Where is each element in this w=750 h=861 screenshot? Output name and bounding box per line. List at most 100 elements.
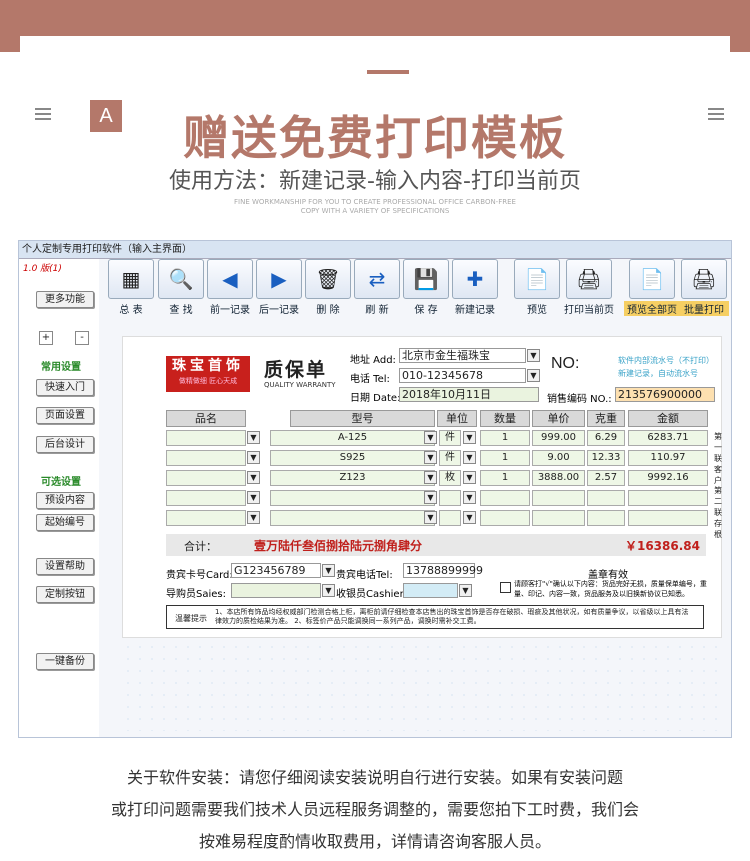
col-amount: 金额 (628, 410, 708, 427)
cell-weight[interactable]: 12.33 (587, 450, 625, 466)
cell-name[interactable] (166, 430, 246, 446)
chevron-down-icon[interactable]: ▼ (247, 471, 260, 484)
chevron-down-icon[interactable]: ▼ (424, 451, 437, 464)
chevron-down-icon[interactable]: ▼ (322, 564, 335, 577)
cell-qty[interactable] (480, 510, 530, 526)
cell-amount[interactable]: 6283.71 (628, 430, 708, 446)
trash-icon: 🗑 (305, 259, 351, 299)
chevron-down-icon[interactable]: ▼ (247, 491, 260, 504)
chevron-down-icon[interactable]: ▼ (463, 511, 476, 524)
chevron-down-icon[interactable]: ▼ (463, 431, 476, 444)
cell-unit[interactable] (439, 490, 461, 506)
vip-phone-label: 贵宾电话Tel: (336, 570, 393, 581)
form-title: 质保单 (264, 359, 328, 381)
chevron-down-icon[interactable]: ▼ (322, 584, 335, 597)
chevron-down-icon[interactable]: ▼ (463, 451, 476, 464)
next-record-button[interactable]: ▶ 后一记录 (253, 259, 305, 316)
refresh-button[interactable]: ⇄ 刷 新 (351, 259, 403, 316)
new-record-button[interactable]: ✚ 新建记录 (449, 259, 501, 316)
chevron-down-icon[interactable]: ▼ (463, 471, 476, 484)
cell-name[interactable] (166, 470, 246, 486)
cell-amount[interactable]: 9992.16 (628, 470, 708, 486)
cell-qty[interactable]: 1 (480, 430, 530, 446)
chevron-down-icon[interactable]: ▼ (247, 431, 260, 444)
cell-model[interactable]: S925 (270, 450, 435, 466)
chevron-down-icon[interactable]: ▼ (424, 431, 437, 444)
quick-start-button[interactable]: 快速入门 (36, 379, 94, 396)
card-field[interactable]: G123456789 (231, 563, 321, 578)
address-field[interactable]: 北京市金生福珠宝 (399, 348, 526, 363)
sale-no-field[interactable]: 213576900000 (615, 387, 715, 402)
chevron-down-icon[interactable]: ▼ (463, 491, 476, 504)
cell-model[interactable] (270, 490, 435, 506)
chevron-down-icon[interactable]: ▼ (527, 349, 540, 362)
cell-weight[interactable] (587, 510, 625, 526)
phone-field[interactable]: 010-12345678 (399, 368, 526, 383)
cell-price[interactable] (532, 490, 585, 506)
chevron-down-icon[interactable]: ▼ (424, 491, 437, 504)
summary-table-button[interactable]: ▦ 总 表 (105, 259, 157, 316)
chevron-down-icon[interactable]: ▼ (424, 511, 437, 524)
backend-design-button[interactable]: 后台设计 (36, 436, 94, 453)
date-label: 日期 Date: (350, 393, 401, 404)
cell-qty[interactable] (480, 490, 530, 506)
page-setup-button[interactable]: 页面设置 (36, 407, 94, 424)
optional-settings-heading: 可选设置 (41, 477, 81, 488)
confirm-checkbox[interactable] (500, 582, 511, 593)
save-button[interactable]: 💾 保 存 (400, 259, 452, 316)
collapse-button[interactable]: - (75, 331, 89, 345)
chevron-down-icon[interactable]: ▼ (247, 451, 260, 464)
cell-unit[interactable]: 件 (439, 450, 461, 466)
cell-model[interactable] (270, 510, 435, 526)
expand-button[interactable]: + (39, 331, 53, 345)
settings-help-button[interactable]: 设置帮助 (36, 558, 94, 575)
prev-record-button[interactable]: ◀ 前一记录 (204, 259, 256, 316)
cell-qty[interactable]: 1 (480, 470, 530, 486)
cell-model[interactable]: Z123 (270, 470, 435, 486)
delete-button[interactable]: 🗑 删 除 (302, 259, 354, 316)
cell-weight[interactable] (587, 490, 625, 506)
date-field[interactable]: 2018年10月11日 (399, 387, 539, 402)
cell-unit[interactable]: 枚 (439, 470, 461, 486)
cell-weight[interactable]: 6.29 (587, 430, 625, 446)
guide-field[interactable] (231, 583, 321, 598)
chevron-down-icon[interactable]: ▼ (527, 369, 540, 382)
cell-name[interactable] (166, 510, 246, 526)
batch-print-button[interactable]: 🖨 批量打印 (679, 259, 729, 316)
notice-text: 1、本店所有饰品均经权威部门检测合格上柜，离柜前请仔细检查本店售出的珠宝首饰是否… (215, 608, 689, 625)
cell-unit[interactable]: 件 (439, 430, 461, 446)
find-button[interactable]: 🔍 查 找 (155, 259, 207, 316)
print-current-button[interactable]: 🖨 打印当前页 (561, 259, 617, 316)
cell-amount[interactable] (628, 490, 708, 506)
chevron-down-icon[interactable]: ▼ (424, 471, 437, 484)
cell-amount[interactable] (628, 510, 708, 526)
cashier-field[interactable] (403, 583, 458, 598)
cell-name[interactable] (166, 490, 246, 506)
preset-content-button[interactable]: 预设内容 (36, 492, 94, 509)
tool-label: 打印当前页 (564, 305, 614, 316)
cell-price[interactable]: 9.00 (532, 450, 585, 466)
cell-price[interactable]: 3888.00 (532, 470, 585, 486)
cell-amount[interactable]: 110.97 (628, 450, 708, 466)
preview-button[interactable]: 📄 预览 (513, 259, 561, 316)
cell-unit[interactable] (439, 510, 461, 526)
caption-line-1: 关于软件安装：请您仔细阅读安装说明自行进行安装。如果有安装问题 (126, 768, 623, 787)
preview-all-button[interactable]: 📄 预览全部页 (624, 259, 680, 316)
cell-price[interactable]: 999.00 (532, 430, 585, 446)
brand-name: 珠宝首饰 (172, 358, 244, 374)
no-label: NO: (551, 355, 580, 372)
chevron-down-icon[interactable]: ▼ (247, 511, 260, 524)
col-weight: 克重 (587, 410, 625, 427)
cell-name[interactable] (166, 450, 246, 466)
cell-model[interactable]: A-125 (270, 430, 435, 446)
tool-label: 预览 (527, 305, 547, 316)
chevron-down-icon[interactable]: ▼ (459, 584, 472, 597)
cell-qty[interactable]: 1 (480, 450, 530, 466)
one-click-backup-button[interactable]: 一键备份 (36, 653, 94, 670)
more-functions-button[interactable]: 更多功能 (36, 291, 94, 308)
cell-price[interactable] (532, 510, 585, 526)
start-number-button[interactable]: 起始编号 (36, 514, 94, 531)
vip-phone-field[interactable]: 13788899999 (403, 563, 483, 578)
custom-buttons-button[interactable]: 定制按钮 (36, 586, 94, 603)
cell-weight[interactable]: 2.57 (587, 470, 625, 486)
